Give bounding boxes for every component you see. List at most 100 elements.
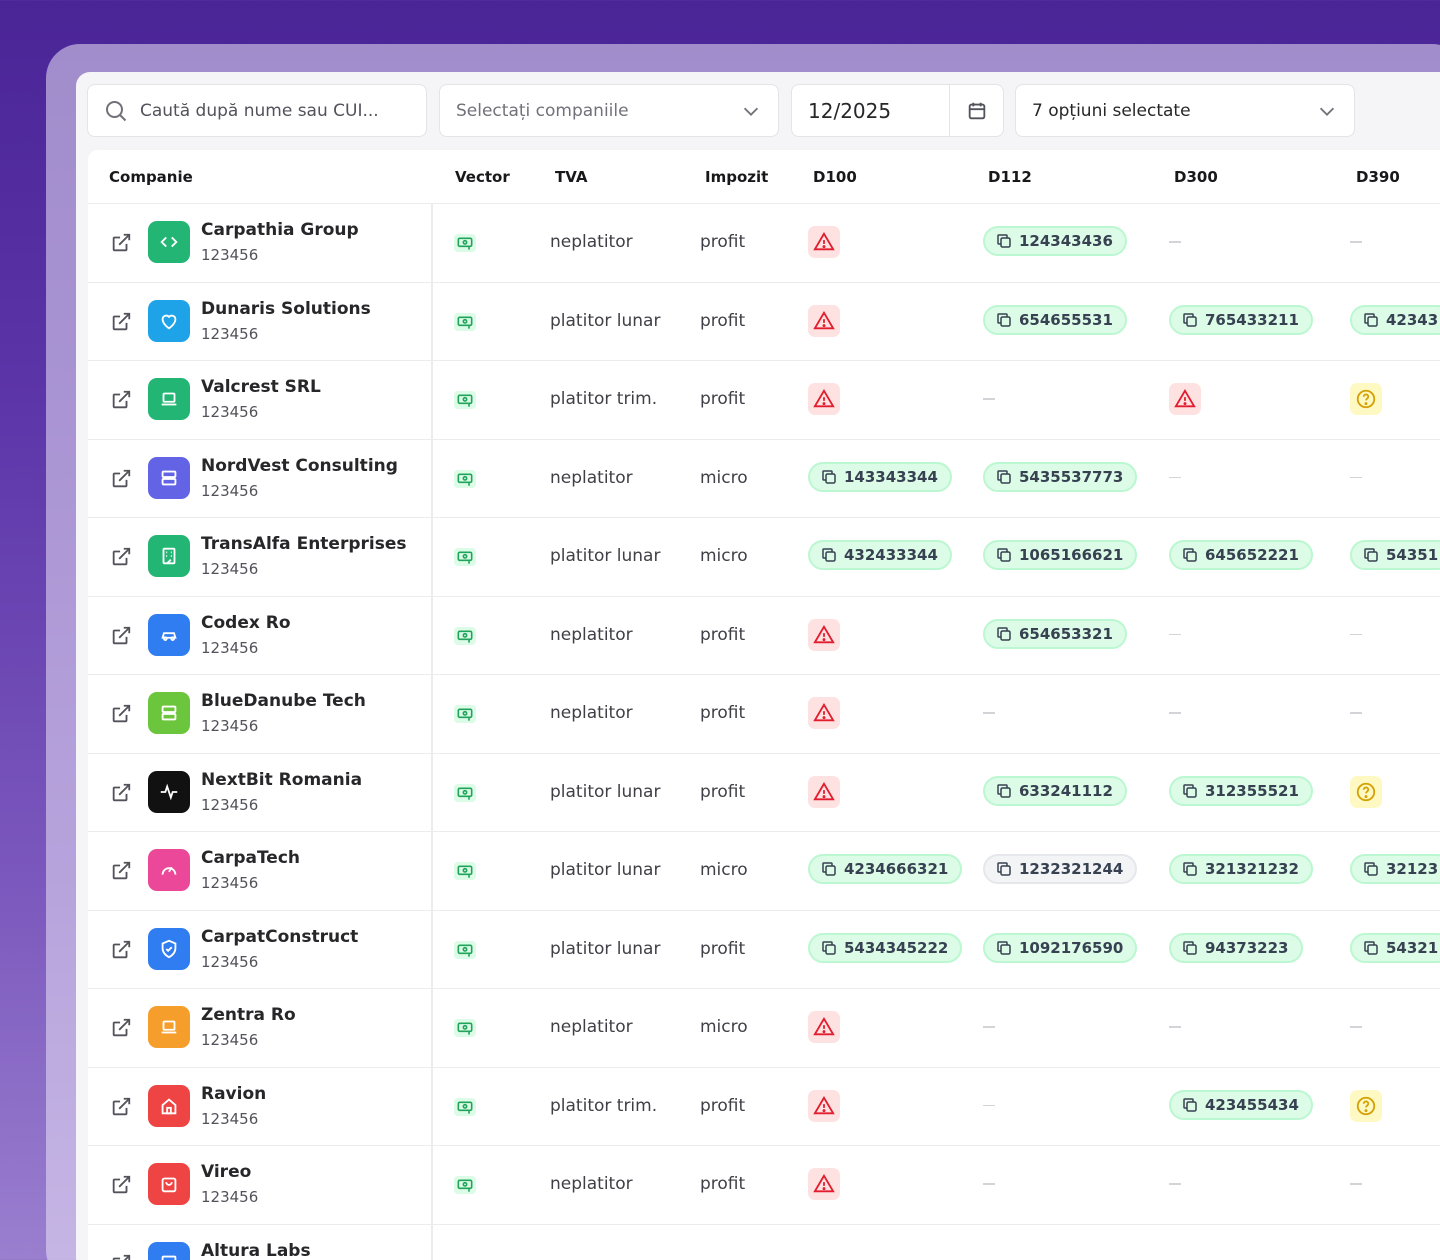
vector-status-badge[interactable] <box>454 626 476 645</box>
vector-status-badge[interactable] <box>454 1019 476 1037</box>
unknown-status-badge[interactable] <box>1350 1089 1382 1122</box>
open-company-link[interactable] <box>110 311 132 337</box>
declaration-number-pill[interactable]: 633241112 <box>983 775 1127 806</box>
declaration-number-pill[interactable]: 645652221 <box>1169 540 1313 570</box>
vector-status-badge[interactable] <box>454 1176 476 1194</box>
missing-declaration-warning[interactable] <box>808 618 840 651</box>
open-company-link[interactable] <box>110 625 132 651</box>
external-link-icon[interactable] <box>110 1253 132 1260</box>
column-header-d390[interactable]: D390 <box>1356 168 1400 186</box>
declaration-number-pill[interactable]: 143343344 <box>808 461 952 492</box>
declaration-number-pill[interactable]: 765433211 <box>1169 304 1313 335</box>
open-company-link[interactable] <box>110 546 132 572</box>
declaration-number-pill[interactable]: 5434345222 <box>808 932 963 963</box>
column-header-d112[interactable]: D112 <box>988 168 1032 186</box>
company-name[interactable]: Dunaris Solutions <box>201 299 371 319</box>
company-name[interactable]: NextBit Romania <box>201 770 362 790</box>
missing-declaration-warning[interactable] <box>1169 383 1201 415</box>
open-company-link[interactable] <box>110 782 132 808</box>
column-header-vector[interactable]: Vector <box>455 168 510 186</box>
external-link-icon[interactable] <box>110 1096 132 1118</box>
external-link-icon[interactable] <box>110 939 132 961</box>
vector-status-badge[interactable] <box>454 469 476 488</box>
external-link-icon[interactable] <box>110 1174 132 1196</box>
vector-status-badge[interactable] <box>454 862 476 880</box>
declaration-number-pill[interactable]: 654655531 <box>983 304 1127 335</box>
declaration-number-pill[interactable]: 124343436 <box>983 226 1127 256</box>
external-link-icon[interactable] <box>110 1017 132 1039</box>
declaration-number-pill[interactable]: 54321 <box>1350 932 1440 963</box>
external-link-icon[interactable] <box>110 389 132 411</box>
open-company-link[interactable] <box>110 389 132 415</box>
open-company-link[interactable] <box>110 1174 132 1200</box>
open-company-link[interactable] <box>110 468 132 494</box>
company-name[interactable]: CarpatConstruct <box>201 927 358 947</box>
vector-status-badge[interactable] <box>454 312 476 331</box>
open-company-link[interactable] <box>110 1253 132 1260</box>
unknown-status-badge[interactable] <box>1350 775 1382 808</box>
month-picker[interactable]: 12/2025 <box>791 84 1004 137</box>
company-name[interactable]: NordVest Consulting <box>201 456 398 476</box>
external-link-icon[interactable] <box>110 782 132 804</box>
declaration-number-pill[interactable]: 32123 <box>1350 854 1440 884</box>
company-name[interactable]: Altura Labs <box>201 1241 311 1260</box>
external-link-icon[interactable] <box>110 311 132 333</box>
company-name[interactable]: BlueDanube Tech <box>201 691 366 711</box>
missing-declaration-warning[interactable] <box>808 1011 840 1043</box>
column-header-tva[interactable]: TVA <box>555 168 587 186</box>
declaration-number-pill[interactable]: 432433344 <box>808 540 952 570</box>
missing-declaration-warning[interactable] <box>808 775 840 808</box>
unknown-status-badge[interactable] <box>1350 383 1382 415</box>
open-company-link[interactable] <box>110 232 132 258</box>
declaration-number-pill[interactable]: 423455434 <box>1169 1089 1313 1120</box>
company-name[interactable]: CarpaTech <box>201 848 300 868</box>
column-header-d300[interactable]: D300 <box>1174 168 1218 186</box>
column-header-impozit[interactable]: Impozit <box>705 168 768 186</box>
vector-status-badge[interactable] <box>454 783 476 802</box>
declaration-number-pill[interactable]: 321321232 <box>1169 854 1313 884</box>
declaration-number-pill[interactable]: 42343 <box>1350 304 1440 335</box>
vector-status-badge[interactable] <box>454 391 476 409</box>
company-name[interactable]: Codex Ro <box>201 613 291 633</box>
external-link-icon[interactable] <box>110 703 132 725</box>
calendar-button[interactable] <box>949 85 1003 136</box>
column-header-companie[interactable]: Companie <box>109 168 193 186</box>
declaration-number-pill[interactable]: 312355521 <box>1169 775 1313 806</box>
declaration-number-pill[interactable]: 94373223 <box>1169 932 1303 963</box>
declaration-number-pill[interactable]: 1232321244 <box>983 854 1138 884</box>
missing-declaration-warning[interactable] <box>808 1168 840 1200</box>
vector-status-badge[interactable] <box>454 940 476 959</box>
external-link-icon[interactable] <box>110 468 132 490</box>
company-name[interactable]: Zentra Ro <box>201 1005 296 1025</box>
open-company-link[interactable] <box>110 939 132 965</box>
external-link-icon[interactable] <box>110 232 132 254</box>
missing-declaration-warning[interactable] <box>808 304 840 337</box>
company-name[interactable]: Vireo <box>201 1162 251 1182</box>
vector-status-badge[interactable] <box>454 705 476 723</box>
search-input[interactable]: Caută după nume sau CUI... <box>87 84 427 137</box>
open-company-link[interactable] <box>110 703 132 729</box>
open-company-link[interactable] <box>110 860 132 886</box>
missing-declaration-warning[interactable] <box>808 1089 840 1122</box>
column-header-d100[interactable]: D100 <box>813 168 857 186</box>
declaration-number-pill[interactable]: 5435537773 <box>983 461 1138 492</box>
vector-status-badge[interactable] <box>454 548 476 566</box>
declaration-number-pill[interactable]: 654653321 <box>983 618 1127 649</box>
external-link-icon[interactable] <box>110 860 132 882</box>
external-link-icon[interactable] <box>110 546 132 568</box>
options-select[interactable]: 7 opțiuni selectate <box>1015 84 1355 137</box>
vector-status-badge[interactable] <box>454 234 476 252</box>
company-select[interactable]: Selectați companiile <box>439 84 779 137</box>
company-name[interactable]: TransAlfa Enterprises <box>201 534 406 554</box>
vector-status-badge[interactable] <box>454 1097 476 1116</box>
declaration-number-pill[interactable]: 1092176590 <box>983 932 1138 963</box>
company-name[interactable]: Carpathia Group <box>201 220 359 240</box>
company-name[interactable]: Valcrest SRL <box>201 377 321 397</box>
open-company-link[interactable] <box>110 1096 132 1122</box>
missing-declaration-warning[interactable] <box>808 226 840 258</box>
declaration-number-pill[interactable]: 4234666321 <box>808 854 963 884</box>
missing-declaration-warning[interactable] <box>808 383 840 415</box>
company-name[interactable]: Ravion <box>201 1084 266 1104</box>
declaration-number-pill[interactable]: 1065166621 <box>983 540 1138 570</box>
declaration-number-pill[interactable]: 54351 <box>1350 540 1440 570</box>
